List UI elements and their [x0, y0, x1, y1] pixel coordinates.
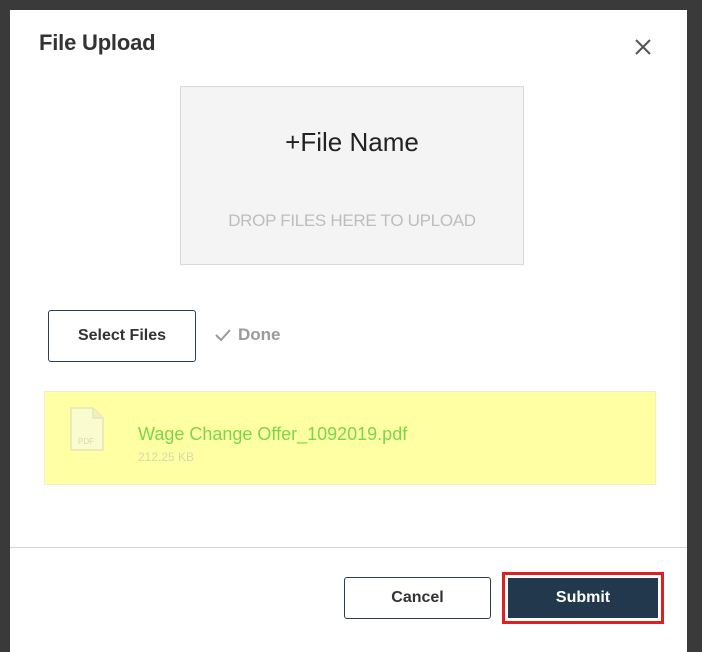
dropzone-title: +File Name	[285, 127, 419, 157]
dialog-title: File Upload	[39, 30, 156, 55]
close-button[interactable]	[631, 35, 655, 59]
done-label: Done	[238, 325, 281, 344]
pdf-file-icon: PDF	[69, 406, 105, 452]
file-dropzone[interactable]: +File Name DROP FILES HERE TO UPLOAD	[180, 86, 524, 265]
cancel-button[interactable]: Cancel	[344, 577, 491, 619]
uploaded-file-item: PDF Wage Change Offer_1092019.pdf 212.25…	[44, 391, 656, 485]
check-icon	[214, 328, 232, 342]
file-name: Wage Change Offer_1092019.pdf	[138, 424, 408, 444]
close-icon	[635, 39, 651, 55]
done-status: Done	[214, 325, 281, 345]
file-upload-dialog: File Upload +File Name DROP FILES HERE T…	[10, 10, 687, 652]
pdf-icon-label: PDF	[78, 437, 94, 446]
footer-divider	[10, 547, 687, 548]
submit-highlight: Submit	[502, 572, 664, 624]
dropzone-hint: DROP FILES HERE TO UPLOAD	[228, 211, 476, 230]
select-files-button[interactable]: Select Files	[48, 310, 196, 362]
file-size: 212.25 KB	[138, 450, 195, 464]
submit-button[interactable]: Submit	[508, 578, 658, 618]
